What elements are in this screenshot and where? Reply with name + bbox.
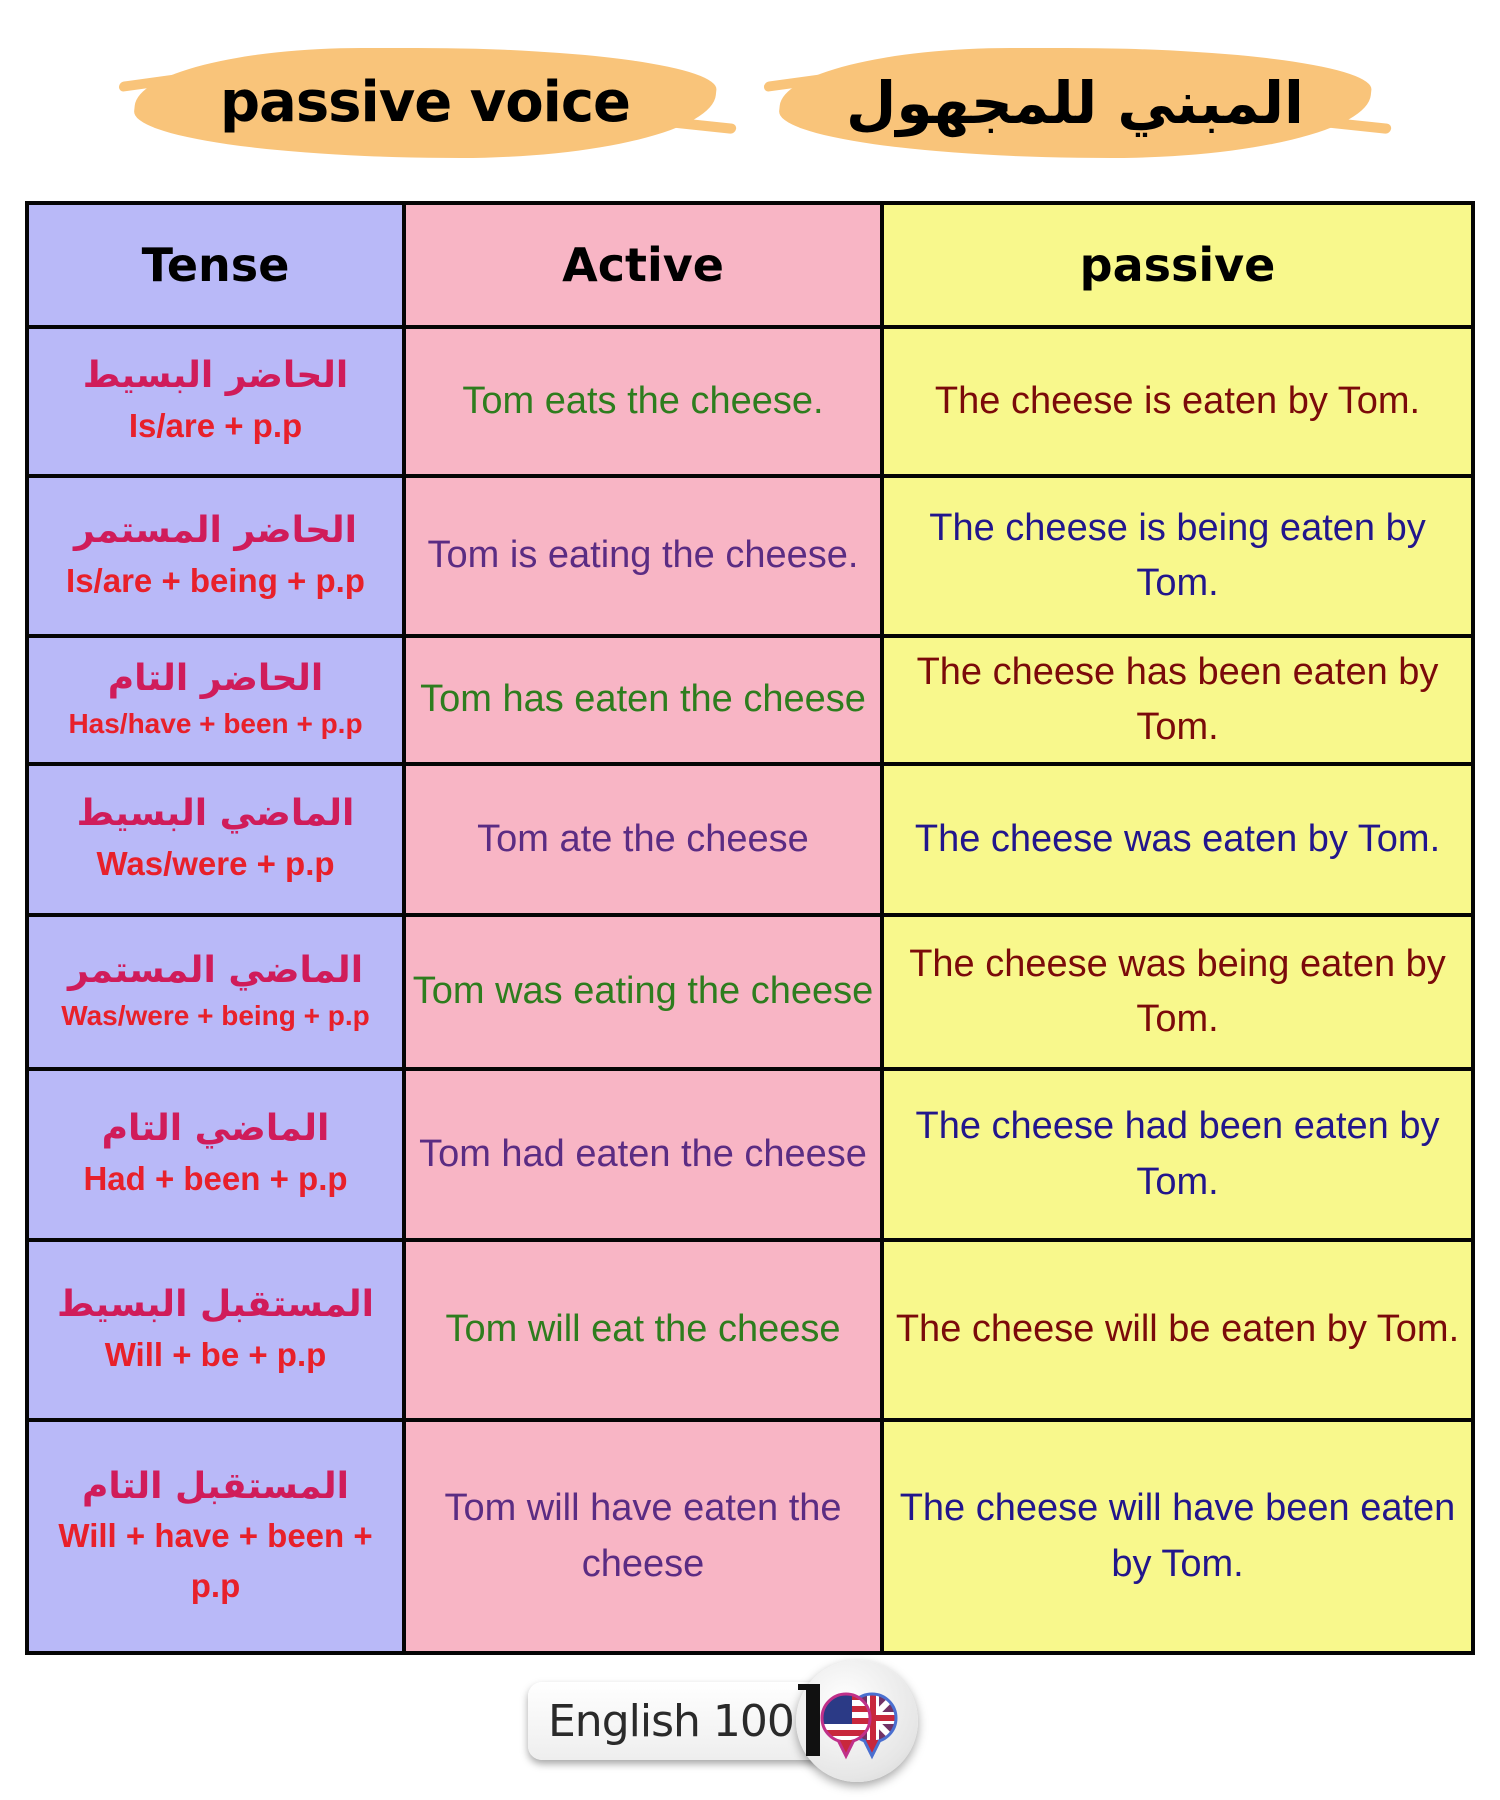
passive-cell: The cheese had been eaten by Tom. xyxy=(880,1067,1475,1242)
tense-name-arabic: الحاضر المستمر xyxy=(74,509,357,551)
table-row: الماضي البسيط Was/were + p.p Tom ate the c… xyxy=(25,762,1475,917)
passive-cell: The cheese is being eaten by Tom. xyxy=(880,474,1475,638)
active-cell: Tom eats the cheese. xyxy=(402,325,884,478)
tense-name-arabic: الماضي البسيط xyxy=(76,793,355,835)
tense-formula: Had + been + p.p xyxy=(83,1160,348,1198)
column-header-tense: Tense xyxy=(25,201,406,329)
passive-sentence: The cheese had been eaten by Tom. xyxy=(915,1105,1440,1203)
tense-cell: الحاضر البسيط Is/are + p.p xyxy=(25,325,406,478)
passive-voice-table: Tense Active passive الحاضر البسيط Is/are… xyxy=(25,201,1475,1655)
tense-formula: Was/were + p.p xyxy=(96,845,335,883)
active-sentence: Tom will have eaten the cheese xyxy=(444,1487,842,1585)
column-header-passive: passive xyxy=(880,201,1475,329)
active-cell: Tom was eating the cheese xyxy=(402,913,884,1071)
active-sentence: Tom ate the cheese xyxy=(477,817,809,860)
passive-cell: The cheese will be eaten by Tom. xyxy=(880,1238,1475,1422)
table-row: الحاضر المستمر Is/are + being + p.p Tom is… xyxy=(25,474,1475,638)
column-header-active: Active xyxy=(402,201,884,329)
tense-formula: Is/are + p.p xyxy=(128,407,303,445)
tense-formula: Is/are + being + p.p xyxy=(66,561,365,599)
passive-sentence: The cheese was being eaten by Tom. xyxy=(909,942,1446,1040)
tense-cell: الحاضر المستمر Is/are + being + p.p xyxy=(25,474,406,638)
passive-sentence: The cheese was eaten by Tom. xyxy=(914,817,1441,860)
tense-cell: الماضي التام Had + been + p.p xyxy=(25,1067,406,1242)
table-row: الحاضر البسيط Is/are + p.p Tom eats the ch… xyxy=(25,325,1475,478)
passive-sentence: The cheese is eaten by Tom. xyxy=(934,379,1421,422)
tense-name-arabic: الحاضر البسيط xyxy=(82,355,349,397)
tense-formula: Will + have + been + p.p xyxy=(58,1517,373,1604)
passive-cell: The cheese has been eaten by Tom. xyxy=(880,634,1475,766)
tense-cell: الحاضر التام Has/have + been + p.p xyxy=(25,634,406,766)
tense-cell: المستقبل البسيط Will + be + p.p xyxy=(25,1238,406,1422)
table-row: المستقبل البسيط Will + be + p.p Tom will e… xyxy=(25,1238,1475,1422)
active-sentence: Tom will eat the cheese xyxy=(445,1308,841,1351)
table-row: المستقبل التام Will + have + been + p.p To… xyxy=(25,1418,1475,1655)
tense-name-arabic: الماضي المستمر xyxy=(67,949,364,991)
table-header-row: Tense Active passive xyxy=(25,201,1475,329)
passive-sentence: The cheese is being eaten by Tom. xyxy=(929,506,1426,604)
tense-formula: Was/were + being + p.p xyxy=(61,1000,370,1032)
active-sentence: Tom had eaten the cheese xyxy=(419,1132,867,1175)
passive-sentence: The cheese will be eaten by Tom. xyxy=(895,1308,1460,1351)
active-cell: Tom ate the cheese xyxy=(402,762,884,917)
table-row: الماضي المستمر Was/were + being + p.p Tom … xyxy=(25,913,1475,1071)
tense-formula: Has/have + been + p.p xyxy=(68,708,363,740)
active-sentence: Tom is eating the cheese. xyxy=(427,534,859,577)
passive-cell: The cheese will have been eaten by Tom. xyxy=(880,1418,1475,1655)
title-arabic: المبني للمجهول xyxy=(846,69,1304,137)
tense-cell: المستقبل التام Will + have + been + p.p xyxy=(25,1418,406,1655)
active-cell: Tom has eaten the cheese xyxy=(402,634,884,766)
table-row: الماضي التام Had + been + p.p Tom had eate… xyxy=(25,1067,1475,1242)
active-cell: Tom will have eaten the cheese xyxy=(402,1418,884,1655)
passive-sentence: The cheese will have been eaten by Tom. xyxy=(899,1487,1456,1585)
active-cell: Tom will eat the cheese xyxy=(402,1238,884,1422)
active-sentence: Tom eats the cheese. xyxy=(462,379,824,422)
passive-cell: The cheese was being eaten by Tom. xyxy=(880,913,1475,1071)
logo-text: English 100 xyxy=(548,1696,795,1747)
passive-cell: The cheese is eaten by Tom. xyxy=(880,325,1475,478)
title-english: passive voice xyxy=(219,70,631,135)
tense-formula: Will + be + p.p xyxy=(104,1335,327,1373)
tense-name-arabic: المستقبل التام xyxy=(81,1465,350,1507)
active-sentence: Tom was eating the cheese xyxy=(412,970,874,1013)
passive-sentence: The cheese has been eaten by Tom. xyxy=(916,650,1439,748)
active-sentence: Tom has eaten the cheese xyxy=(420,678,866,721)
tense-name-arabic: الماضي التام xyxy=(101,1108,330,1150)
passive-cell: The cheese was eaten by Tom. xyxy=(880,762,1475,917)
tense-cell: الماضي البسيط Was/were + p.p xyxy=(25,762,406,917)
active-cell: Tom is eating the cheese. xyxy=(402,474,884,638)
table-row: الحاضر التام Has/have + been + p.p Tom has… xyxy=(25,634,1475,766)
tense-name-arabic: المستقبل البسيط xyxy=(56,1283,375,1325)
tense-name-arabic: الحاضر التام xyxy=(107,657,324,699)
active-cell: Tom had eaten the cheese xyxy=(402,1067,884,1242)
logo-numeral-one xyxy=(798,1684,820,1756)
tense-cell: الماضي المستمر Was/were + being + p.p xyxy=(25,913,406,1071)
